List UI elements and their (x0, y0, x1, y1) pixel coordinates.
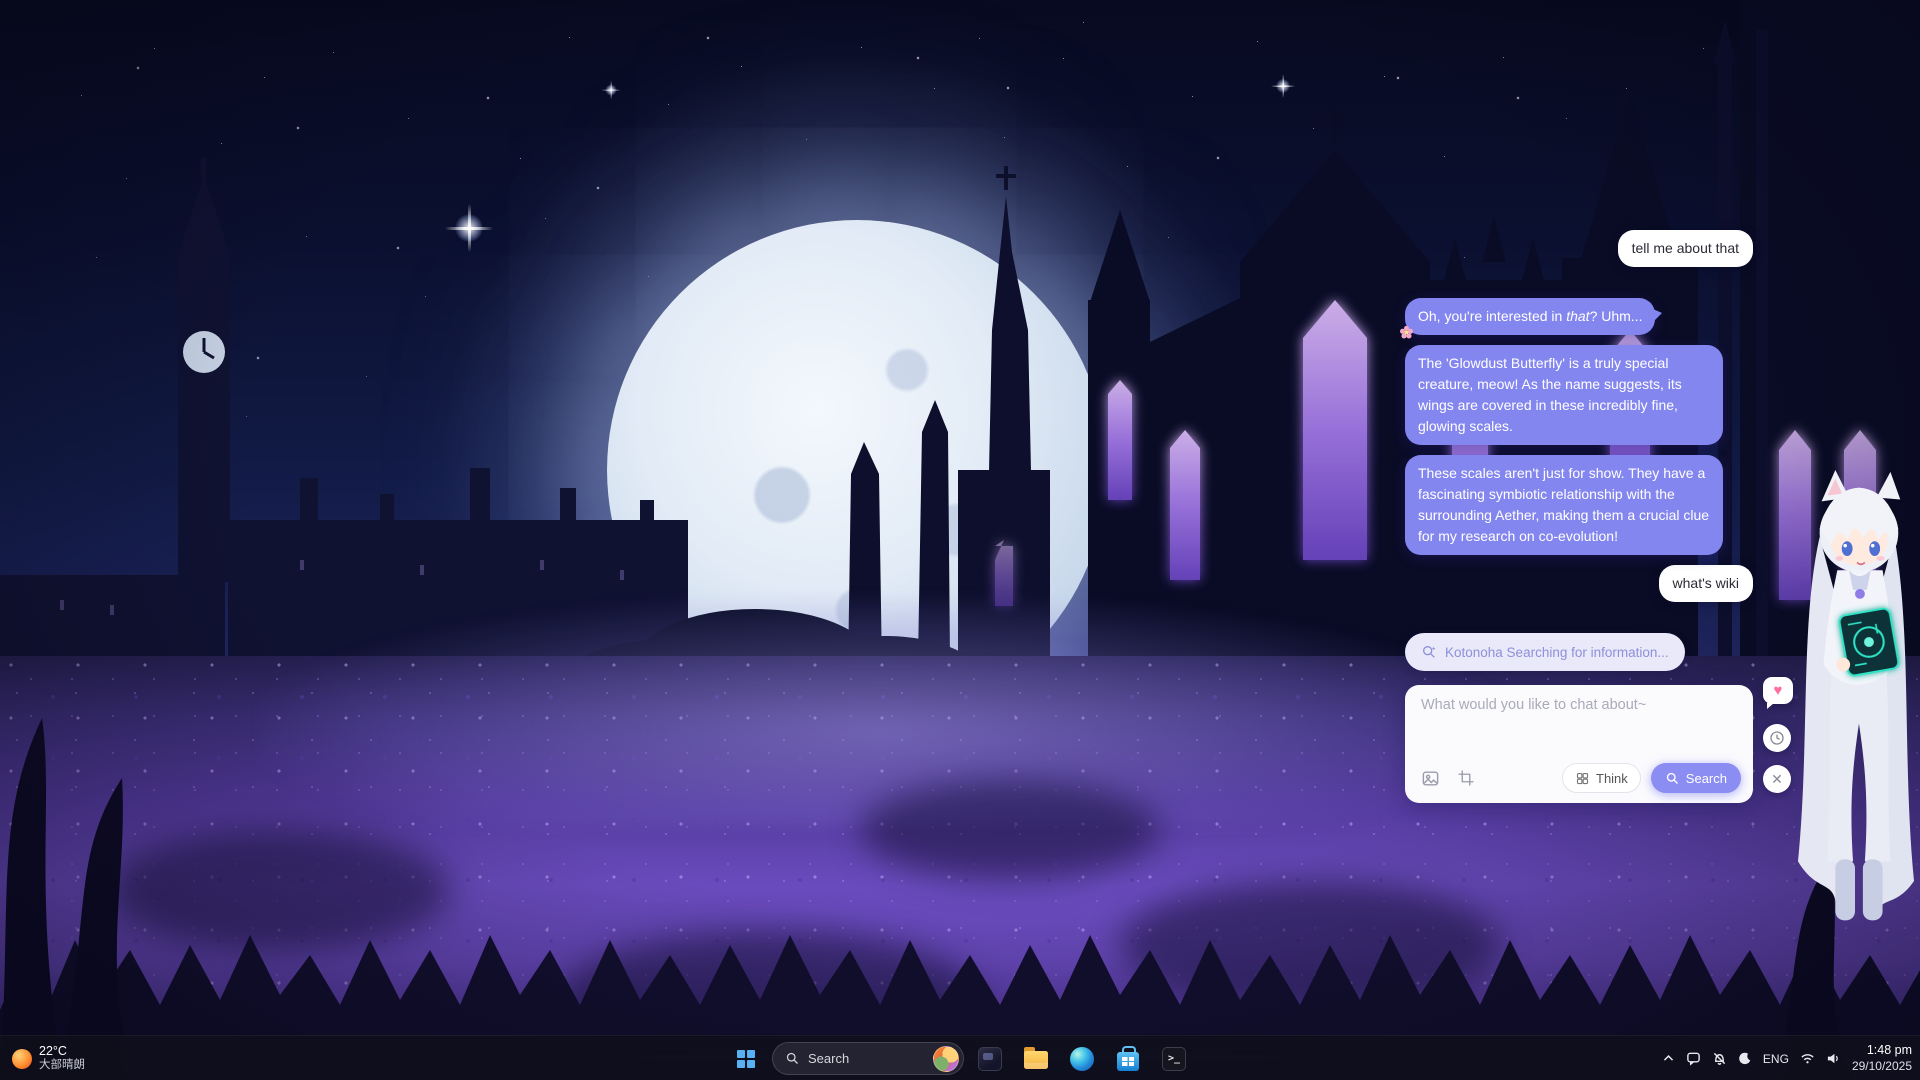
history-clock-button[interactable] (1763, 724, 1791, 752)
user-message: tell me about that (1618, 230, 1753, 267)
store-icon (1117, 1052, 1139, 1071)
chat-input[interactable] (1417, 695, 1741, 743)
crop-icon (1457, 769, 1475, 787)
dark-app-icon (978, 1047, 1002, 1071)
companion-character[interactable] (1792, 468, 1920, 940)
volume-button[interactable] (1826, 1051, 1841, 1066)
taskbar-terminal[interactable]: >_ (1154, 1039, 1194, 1079)
taskbar: 22°C 大部晴朗 Search (0, 1035, 1920, 1080)
clock-date-display[interactable]: 1:48 pm 29/10/2025 (1852, 1043, 1912, 1074)
speaker-icon (1826, 1051, 1841, 1066)
status-text: Kotonoha Searching for information... (1445, 645, 1669, 660)
bell-off-icon (1712, 1051, 1727, 1066)
desktop: tell me about that Oh, you're interested… (0, 0, 1920, 1080)
tray-date: 29/10/2025 (1852, 1059, 1912, 1074)
weather-widget[interactable]: 22°C 大部晴朗 (12, 1036, 85, 1080)
tray-notifications-off[interactable] (1712, 1051, 1727, 1066)
taskbar-app-dark-window[interactable] (970, 1039, 1010, 1079)
think-button[interactable]: Think (1562, 763, 1641, 793)
input-toolbar: Think Search (1417, 763, 1741, 793)
network-button[interactable] (1800, 1051, 1815, 1066)
weather-temperature: 22°C (39, 1044, 85, 1059)
attach-image-button[interactable] (1417, 765, 1443, 791)
taskbar-center: Search >_ (726, 1036, 1194, 1080)
image-icon (1421, 769, 1440, 788)
search-icon (785, 1051, 800, 1066)
language-indicator[interactable]: ENG (1763, 1052, 1789, 1066)
assistant-message: Oh, you're interested in that? Uhm... (1405, 298, 1655, 335)
tray-night-mode[interactable] (1738, 1052, 1752, 1066)
taskbar-microsoft-store[interactable] (1108, 1039, 1148, 1079)
search-highlight-image[interactable] (933, 1046, 959, 1072)
clock-icon (1769, 730, 1785, 746)
search-button[interactable]: Search (1651, 763, 1741, 793)
search-status-indicator: Kotonoha Searching for information... (1405, 633, 1685, 671)
weather-condition: 大部晴朗 (39, 1059, 85, 1073)
system-tray: ENG 1:48 pm 29/10/2025 (1662, 1036, 1912, 1080)
search-sparkle-icon (1421, 644, 1437, 660)
affection-heart-button[interactable]: ♥ (1763, 677, 1793, 704)
search-placeholder-text: Search (808, 1051, 925, 1066)
hidden-icons-chevron[interactable] (1662, 1052, 1675, 1065)
think-grid-icon (1575, 771, 1590, 786)
taskbar-file-explorer[interactable] (1016, 1039, 1056, 1079)
taskbar-search-box[interactable]: Search (772, 1042, 964, 1075)
chat-input-panel: Think Search (1405, 685, 1753, 803)
assistant-message: These scales aren't just for show. They … (1405, 455, 1723, 555)
search-icon (1665, 771, 1680, 786)
terminal-icon: >_ (1162, 1047, 1186, 1071)
chevron-up-icon (1662, 1052, 1675, 1065)
chat-bubble-icon (1686, 1051, 1701, 1066)
tray-time: 1:48 pm (1852, 1043, 1912, 1059)
start-button[interactable] (726, 1039, 766, 1079)
windows-logo-icon (737, 1050, 755, 1068)
screenshot-crop-button[interactable] (1453, 765, 1479, 791)
wifi-icon (1800, 1051, 1815, 1066)
flower-avatar-icon (1399, 325, 1414, 340)
close-chat-button[interactable]: ✕ (1763, 765, 1791, 793)
edge-icon (1070, 1047, 1094, 1071)
taskbar-edge-browser[interactable] (1062, 1039, 1102, 1079)
moon-icon (1738, 1052, 1752, 1066)
assistant-message: The 'Glowdust Butterfly' is a truly spec… (1405, 345, 1723, 445)
close-icon: ✕ (1771, 771, 1783, 788)
heart-icon: ♥ (1774, 682, 1783, 699)
folder-icon (1024, 1051, 1048, 1069)
chat-overlay: tell me about that Oh, you're interested… (1405, 230, 1753, 803)
tray-chat-app[interactable] (1686, 1051, 1701, 1066)
user-message: what's wiki (1659, 565, 1753, 602)
weather-sun-icon (12, 1049, 32, 1069)
